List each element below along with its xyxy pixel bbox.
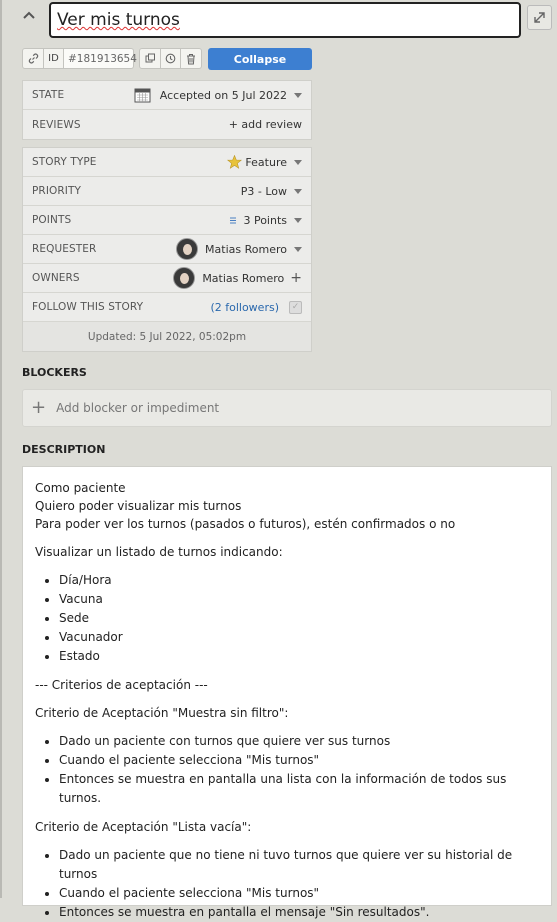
story-type-value: Feature [245, 155, 287, 169]
list-item: Vacunador [59, 628, 539, 647]
state-row[interactable]: STATE Accepted on 5 Jul 2022 [23, 81, 311, 110]
criterion2-list: Dado un paciente que no tiene ni tuvo tu… [35, 846, 539, 922]
collapse-button[interactable]: Collapse [208, 48, 312, 70]
story-id-field[interactable]: #181913654 [64, 48, 137, 69]
list-item: Dado un paciente que no tiene ni tuvo tu… [59, 846, 539, 884]
state-dropdown-chevron-icon[interactable] [294, 92, 302, 98]
points-label: POINTS [32, 214, 72, 226]
points-value: 3 Points [243, 213, 287, 227]
state-panel: STATE Accepted on 5 Jul 2022 REVIEWS + a… [22, 80, 312, 140]
blockers-heading: BLOCKERS [22, 366, 87, 379]
add-owner-plus-icon[interactable]: + [290, 271, 302, 285]
left-border [0, 0, 2, 898]
reviews-row: REVIEWS + add review [23, 110, 311, 139]
requester-value: Matias Romero [205, 242, 287, 256]
criterion2-title: Criterio de Aceptación "Lista vacía": [35, 820, 252, 834]
list-item: Vacuna [59, 590, 539, 609]
priority-row[interactable]: PRIORITY P3 - Low [23, 177, 311, 206]
collapse-story-chevron-icon[interactable] [18, 4, 40, 26]
priority-label: PRIORITY [32, 185, 82, 197]
add-blocker-button[interactable]: + Add blocker or impediment [22, 389, 552, 427]
points-icon [229, 216, 237, 224]
owners-row: OWNERS Matias Romero + [23, 264, 311, 293]
story-type-row[interactable]: STORY TYPE Feature [23, 148, 311, 177]
requester-label: REQUESTER [32, 243, 97, 255]
story-type-chevron-icon[interactable] [294, 159, 302, 165]
owners-label: OWNERS [32, 272, 80, 284]
desc-list: Día/Hora Vacuna Sede Vacunador Estado [35, 571, 539, 666]
follow-label: FOLLOW THIS STORY [32, 301, 144, 313]
updated-timestamp: Updated: 5 Jul 2022, 05:02pm [23, 322, 311, 351]
state-label: STATE [32, 89, 65, 101]
followers-link[interactable]: (2 followers) [210, 301, 279, 314]
story-title-input[interactable]: Ver mis turnos [49, 2, 521, 38]
calendar-icon [134, 87, 151, 103]
points-chevron-icon[interactable] [294, 217, 302, 223]
requester-chevron-icon[interactable] [294, 246, 302, 252]
criterion1-title: Criterio de Aceptación "Muestra sin filt… [35, 706, 289, 720]
list-item: Cuando el paciente selecciona "Mis turno… [59, 751, 539, 770]
reviews-label: REVIEWS [32, 118, 81, 131]
list-item: Dado un paciente con turnos que quiere v… [59, 732, 539, 751]
star-icon [227, 155, 243, 169]
trash-icon[interactable] [181, 48, 202, 69]
criterion1-list: Dado un paciente con turnos que quiere v… [35, 732, 539, 808]
list-item: Sede [59, 609, 539, 628]
requester-row[interactable]: REQUESTER Matias Romero [23, 235, 311, 264]
add-blocker-label: Add blocker or impediment [56, 401, 220, 415]
priority-value: P3 - Low [240, 184, 287, 198]
details-panel: STORY TYPE Feature PRIORITY P3 - Low POI… [22, 147, 312, 352]
desc-list-intro: Visualizar un listado de turnos indicand… [35, 545, 283, 559]
desc-line: Para poder ver los turnos (pasados o fut… [35, 517, 456, 531]
list-item: Entonces se muestra en pantalla una list… [59, 770, 539, 808]
add-review-link[interactable]: + add review [229, 118, 302, 131]
expand-icon[interactable] [527, 5, 552, 30]
story-toolbar: ID #181913654 [22, 48, 202, 69]
list-item: Estado [59, 647, 539, 666]
requester-avatar [176, 238, 199, 260]
points-row[interactable]: POINTS 3 Points [23, 206, 311, 235]
owners-value: Matias Romero [202, 271, 285, 285]
desc-line: Quiero poder visualizar mis turnos [35, 499, 242, 513]
description-heading: DESCRIPTION [22, 443, 106, 456]
follow-checkbox[interactable]: ✓ [289, 300, 302, 314]
follow-row: FOLLOW THIS STORY (2 followers) ✓ [23, 293, 311, 322]
list-item: Día/Hora [59, 571, 539, 590]
owner-avatar [173, 267, 196, 289]
clone-icon[interactable] [139, 48, 161, 69]
list-item: Cuando el paciente selecciona "Mis turno… [59, 884, 539, 903]
desc-line: Como paciente [35, 481, 126, 495]
history-icon[interactable] [161, 48, 181, 69]
id-label: ID [44, 48, 64, 69]
list-item: Entonces se muestra en pantalla el mensa… [59, 903, 539, 922]
criteria-header: --- Criterios de aceptación --- [35, 678, 208, 692]
description-content[interactable]: Como paciente Quiero poder visualizar mi… [22, 466, 552, 919]
copy-link-icon[interactable] [22, 48, 44, 69]
plus-icon: + [31, 397, 47, 418]
story-title-text: Ver mis turnos [57, 10, 180, 30]
state-value: Accepted on 5 Jul 2022 [159, 88, 287, 102]
story-type-label: STORY TYPE [32, 156, 97, 168]
priority-chevron-icon[interactable] [294, 188, 302, 194]
